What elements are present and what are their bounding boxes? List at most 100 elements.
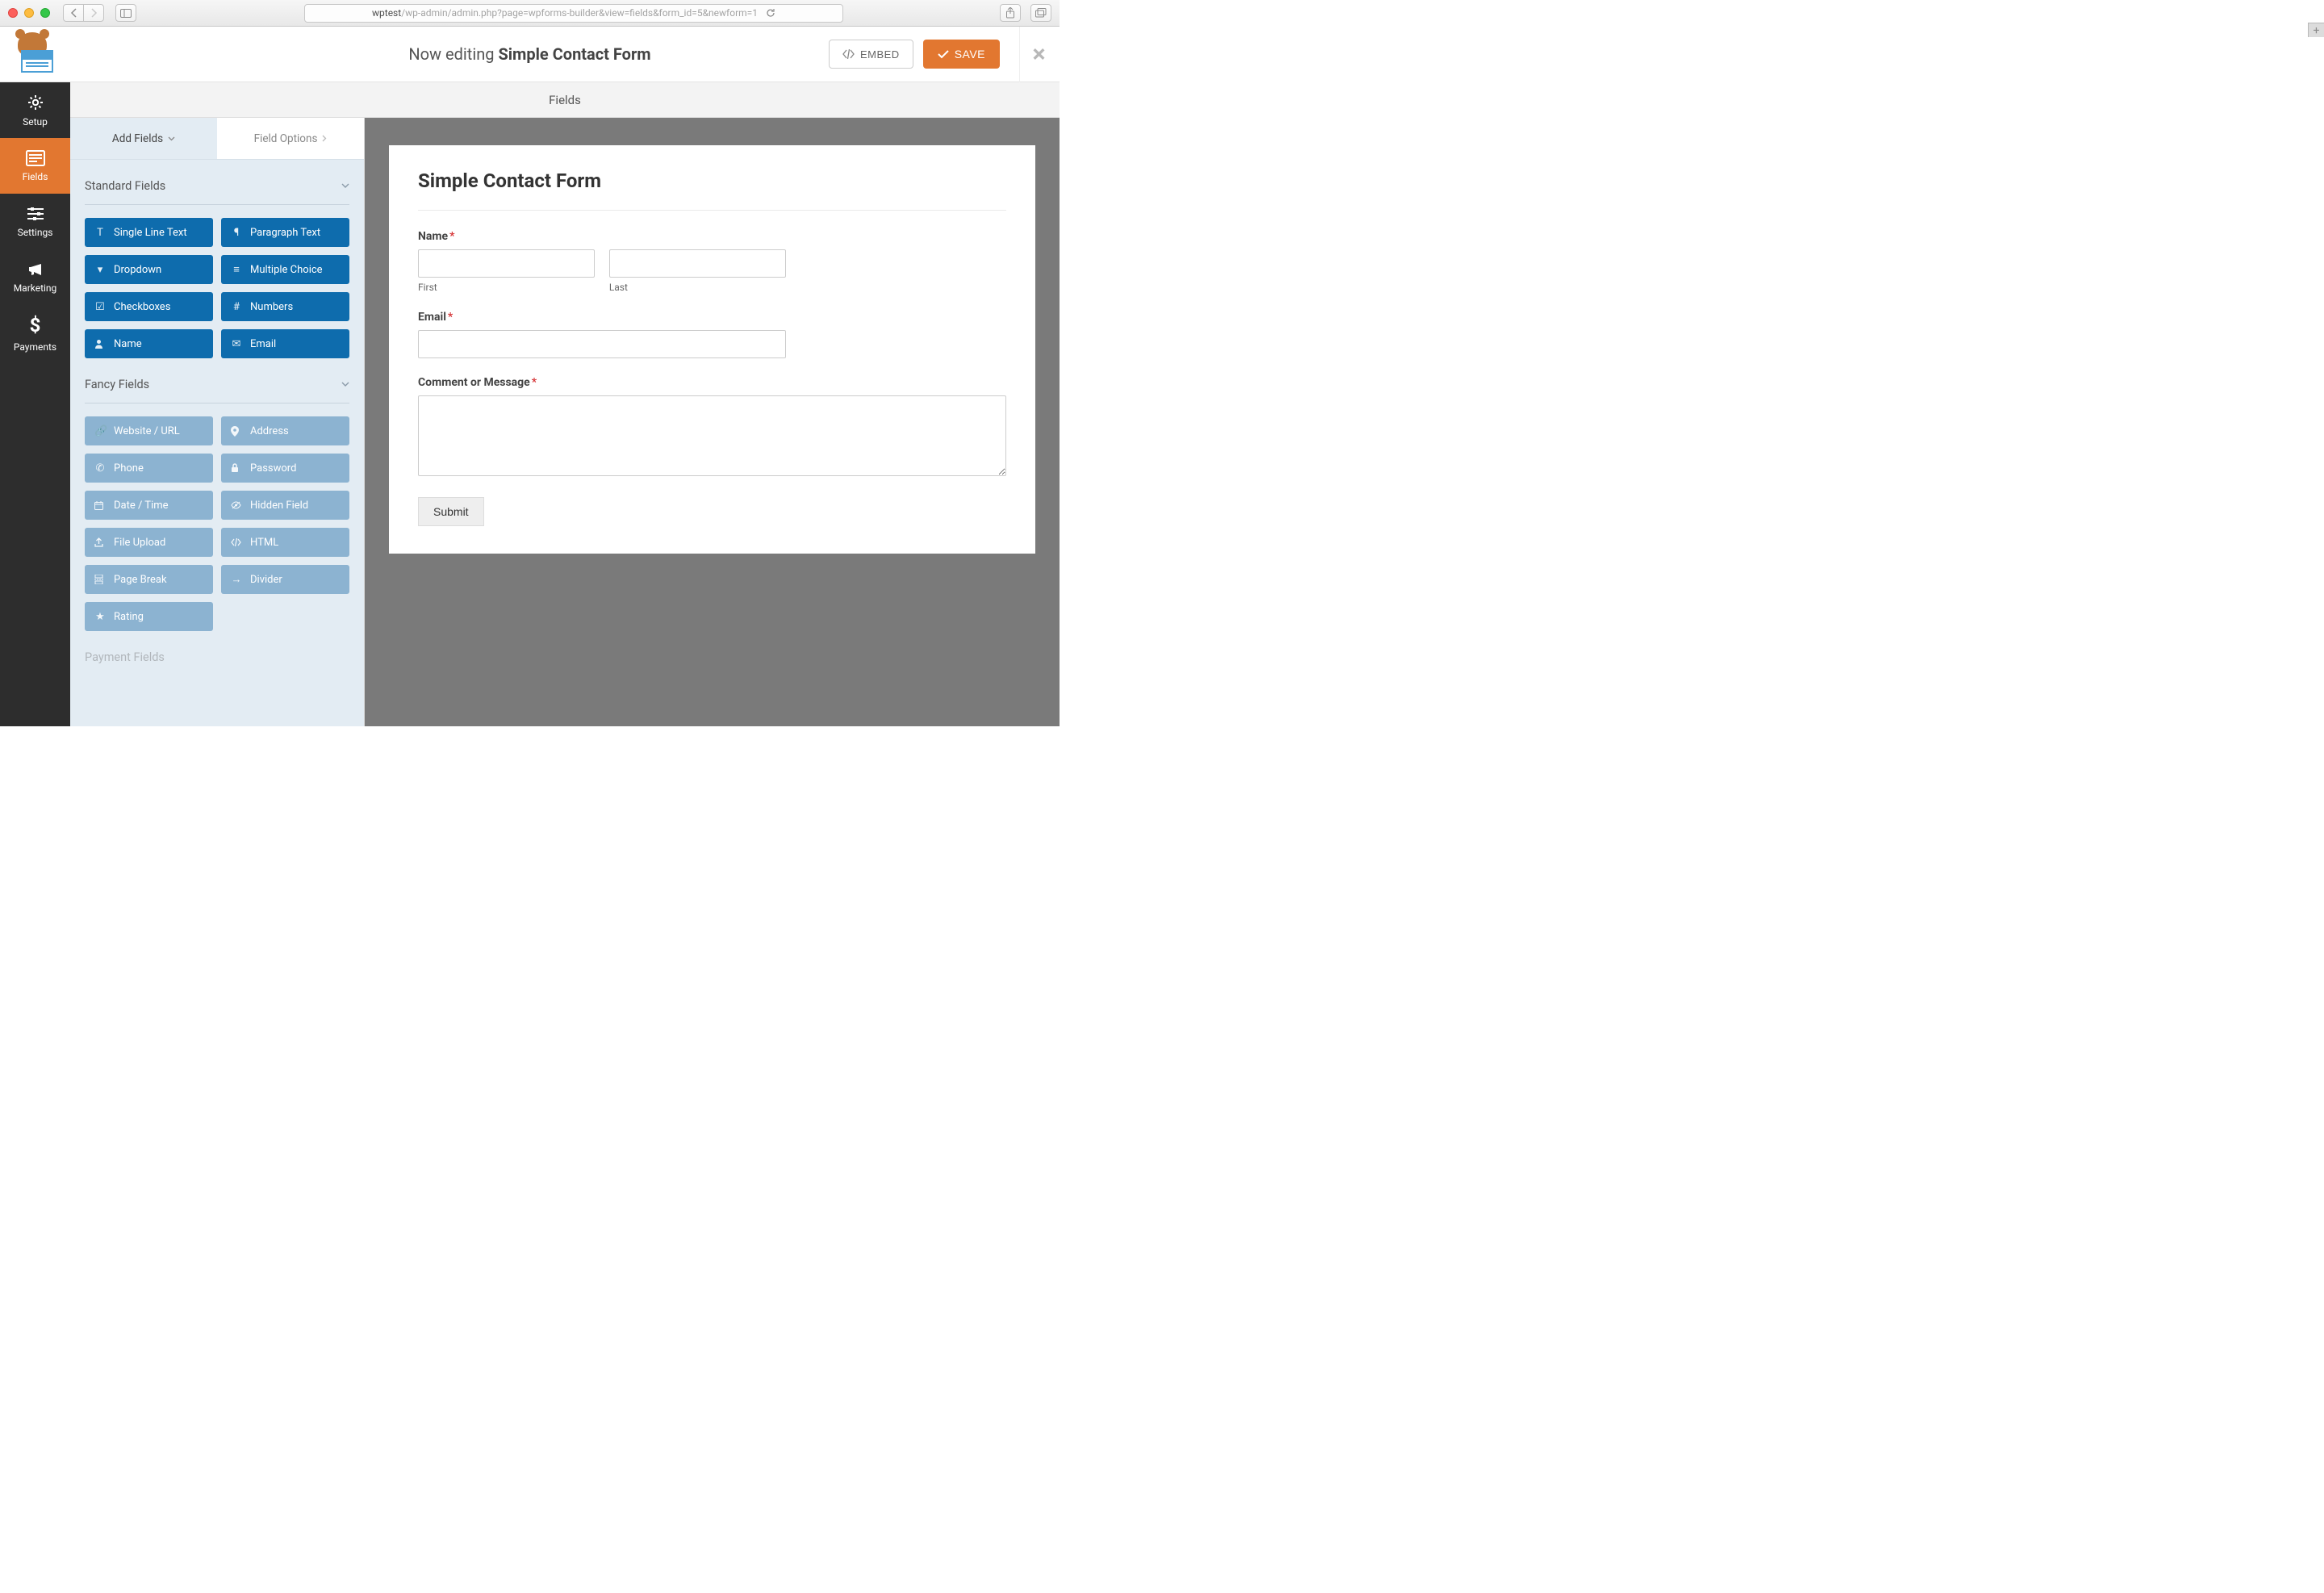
address-bar[interactable]: wptest/wp-admin/admin.php?page=wpforms-b… (304, 4, 843, 23)
field-phone[interactable]: ✆Phone (85, 454, 213, 483)
rail-payments[interactable]: $ Payments (0, 305, 70, 361)
calendar-icon (94, 501, 106, 510)
field-hidden[interactable]: Hidden Field (221, 491, 349, 520)
rail-fields[interactable]: Fields (0, 138, 70, 194)
back-button[interactable] (63, 4, 84, 22)
panel-title: Fields (549, 93, 581, 107)
close-builder-button[interactable] (1019, 27, 1045, 82)
paragraph-icon: ¶ (231, 227, 242, 239)
form-field-message[interactable]: Comment or Message* (418, 376, 1006, 479)
tab-field-options[interactable]: Field Options (217, 118, 364, 159)
field-single-line-text[interactable]: TSingle Line Text (85, 218, 213, 247)
field-divider[interactable]: →Divider (221, 565, 349, 594)
field-numbers[interactable]: #Numbers (221, 292, 349, 321)
field-checkboxes[interactable]: ☑Checkboxes (85, 292, 213, 321)
fields-panel: Add Fields Field Options Standard Fields (70, 118, 365, 726)
maximize-window-button[interactable] (40, 8, 50, 18)
check-icon (938, 50, 949, 59)
field-email[interactable]: ✉Email (221, 329, 349, 358)
bullhorn-icon (27, 261, 44, 278)
chevron-down-icon (341, 183, 349, 189)
section-standard-fields[interactable]: Standard Fields (85, 160, 349, 205)
browser-chrome: wptest/wp-admin/admin.php?page=wpforms-b… (0, 0, 1060, 27)
field-date-time[interactable]: Date / Time (85, 491, 213, 520)
envelope-icon: ✉ (231, 338, 242, 350)
chevron-right-icon (322, 135, 327, 142)
tabs-button[interactable] (1030, 4, 1051, 22)
lock-icon (231, 463, 242, 473)
url-text: wptest/wp-admin/admin.php?page=wpforms-b… (372, 7, 758, 19)
rail-setup[interactable]: Setup (0, 82, 70, 138)
rail-settings[interactable]: Settings (0, 194, 70, 249)
field-multiple-choice[interactable]: ≡Multiple Choice (221, 255, 349, 284)
form-field-name[interactable]: Name* First Last (418, 230, 1006, 293)
code-icon (842, 49, 855, 59)
code-icon (231, 538, 242, 546)
field-name[interactable]: Name (85, 329, 213, 358)
panel-tabs: Add Fields Field Options (70, 118, 364, 160)
section-payment-fields[interactable]: Payment Fields (85, 631, 349, 675)
header-actions: EMBED SAVE (829, 27, 1045, 82)
section-fancy-fields[interactable]: Fancy Fields (85, 358, 349, 403)
field-html[interactable]: HTML (221, 528, 349, 557)
forward-button[interactable] (83, 4, 104, 22)
new-tab-button[interactable]: + (2308, 23, 2324, 37)
save-button[interactable]: SAVE (923, 40, 1000, 69)
list-icon: ≡ (231, 263, 242, 276)
editing-title: Now editing Simple Contact Form (408, 44, 650, 64)
field-file-upload[interactable]: File Upload (85, 528, 213, 557)
wpforms-logo[interactable] (15, 34, 59, 74)
field-page-break[interactable]: Page Break (85, 565, 213, 594)
form-preview[interactable]: Simple Contact Form Name* First Last (389, 145, 1035, 554)
first-name-input[interactable] (418, 249, 595, 278)
reload-icon[interactable] (766, 8, 775, 18)
field-dropdown[interactable]: ▾Dropdown (85, 255, 213, 284)
rail-label: Fields (23, 171, 48, 182)
gear-icon (27, 94, 44, 111)
close-icon (1033, 47, 1045, 61)
field-paragraph-text[interactable]: ¶Paragraph Text (221, 218, 349, 247)
embed-button[interactable]: EMBED (829, 40, 913, 69)
divider-icon: → (231, 573, 242, 586)
chrome-right-buttons (995, 4, 1051, 22)
submit-button[interactable]: Submit (418, 497, 484, 526)
rail-label: Setup (23, 116, 48, 128)
left-rail: Setup Fields Settings Marketing $ Paymen… (0, 82, 70, 726)
page-break-icon (94, 575, 106, 584)
field-website-url[interactable]: 🔗Website / URL (85, 416, 213, 445)
first-sublabel: First (418, 282, 595, 293)
link-icon: 🔗 (94, 425, 106, 437)
rail-marketing[interactable]: Marketing (0, 249, 70, 305)
dropdown-icon: ▾ (94, 264, 106, 276)
field-address[interactable]: Address (221, 416, 349, 445)
chevron-down-icon (341, 382, 349, 387)
rail-label: Settings (18, 227, 53, 238)
field-rating[interactable]: ★Rating (85, 602, 213, 631)
last-name-input[interactable] (609, 249, 786, 278)
tab-add-fields[interactable]: Add Fields (70, 118, 217, 159)
share-button[interactable] (1000, 4, 1021, 22)
form-icon (26, 150, 45, 166)
star-icon: ★ (94, 611, 106, 623)
sidebar-toggle-button[interactable] (115, 4, 136, 22)
field-password[interactable]: Password (221, 454, 349, 483)
map-pin-icon (231, 426, 242, 437)
hash-icon: # (231, 301, 242, 313)
message-textarea[interactable] (418, 395, 1006, 476)
email-input[interactable] (418, 330, 786, 358)
app-header: Now editing Simple Contact Form EMBED SA… (0, 27, 1060, 82)
text-icon: T (94, 227, 106, 239)
panel-content: Standard Fields TSingle Line Text ¶Parag… (70, 160, 364, 726)
standard-fields-grid: TSingle Line Text ¶Paragraph Text ▾Dropd… (85, 205, 349, 358)
phone-icon: ✆ (94, 462, 106, 475)
minimize-window-button[interactable] (24, 8, 34, 18)
panel-title-bar: Fields (70, 82, 1060, 118)
rail-label: Marketing (14, 282, 57, 294)
email-label: Email* (418, 311, 1006, 324)
close-window-button[interactable] (8, 8, 18, 18)
form-field-email[interactable]: Email* (418, 311, 1006, 358)
canvas-area: Simple Contact Form Name* First Last (365, 118, 1060, 726)
form-title: Simple Contact Form (418, 169, 1006, 211)
fancy-fields-grid: 🔗Website / URL Address ✆Phone Password D… (85, 403, 349, 631)
traffic-lights (8, 8, 50, 18)
